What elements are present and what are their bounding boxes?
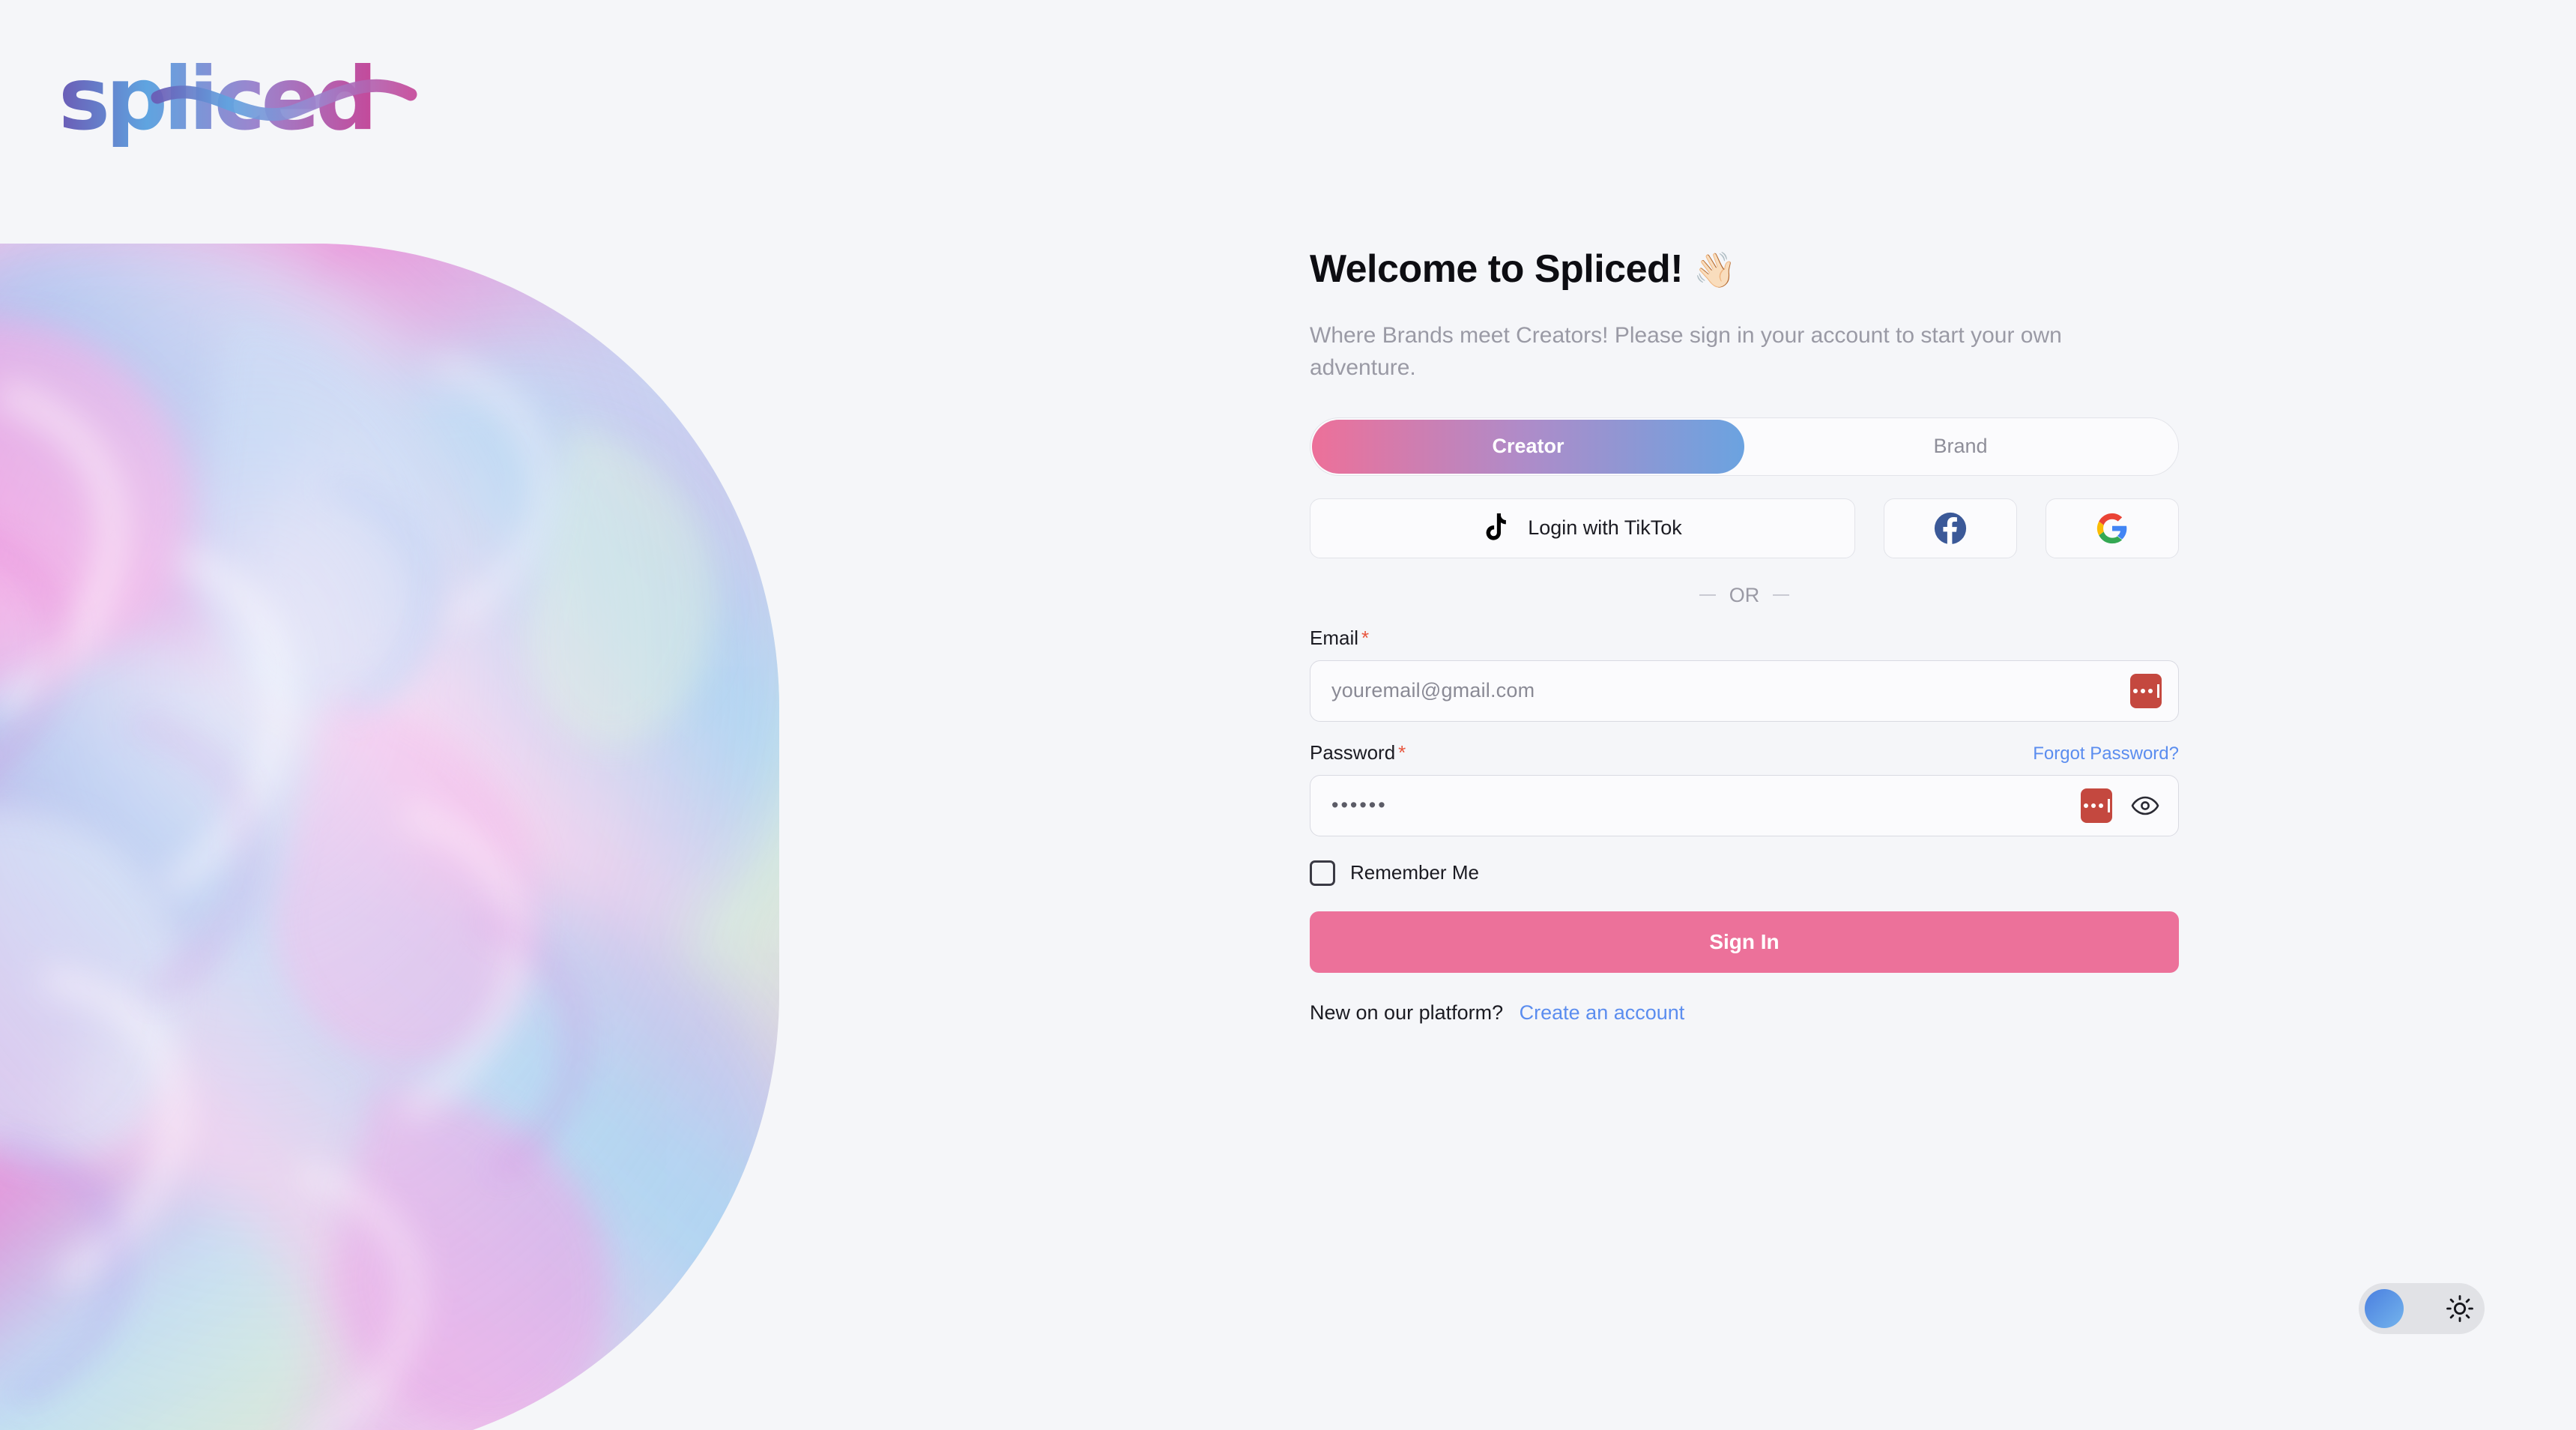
pm-dot-1 [2132, 688, 2138, 693]
eye-icon [2131, 796, 2159, 815]
password-input[interactable]: •••••• [1331, 794, 2081, 817]
email-label-row: Email * [1310, 627, 2179, 650]
remember-me-checkbox[interactable] [1310, 860, 1335, 886]
google-login-button[interactable] [2046, 498, 2179, 558]
remember-me-label[interactable]: Remember Me [1350, 861, 1479, 884]
divider-label: OR [1729, 583, 1760, 606]
theme-toggle-knob[interactable] [2365, 1289, 2404, 1328]
password-label: Password [1310, 740, 1396, 764]
sign-in-button[interactable]: Sign In [1310, 911, 2179, 973]
spliced-wordmark-icon: spliced [58, 60, 417, 150]
password-required-asterisk: * [1398, 740, 1406, 764]
signup-prompt-text: New on our platform? [1310, 1001, 1504, 1024]
pm-dot-3 [2147, 688, 2153, 693]
divider-dash-right [1773, 594, 1790, 597]
tiktok-login-label: Login with TikTok [1528, 516, 1682, 540]
page-title: Welcome to Spliced! 👋🏻 [1310, 247, 2179, 292]
pm-dot-3 [2098, 803, 2103, 808]
pm-dot-2 [2090, 803, 2096, 808]
pm-cursor-bar [2107, 798, 2110, 812]
tab-brand[interactable]: Brand [1744, 420, 2177, 474]
role-segmented-control[interactable]: Creator Brand [1310, 417, 2179, 476]
theme-toggle[interactable] [2359, 1283, 2485, 1334]
pm-cursor-bar [2156, 684, 2159, 698]
sun-icon [2446, 1295, 2473, 1322]
password-label-wrap: Password * [1310, 741, 1406, 764]
password-field-group: Password * Forgot Password? •••••• [1310, 741, 2179, 836]
brand-logo: spliced [58, 60, 508, 150]
google-icon [2096, 513, 2127, 543]
facebook-icon [1934, 512, 1967, 544]
page-title-text: Welcome to Spliced! [1310, 247, 1684, 291]
password-manager-icon[interactable] [2130, 673, 2162, 708]
email-input-box[interactable]: youremail@gmail.com [1310, 660, 2179, 722]
remember-me-row[interactable]: Remember Me [1310, 860, 2179, 886]
signup-prompt-row: New on our platform? Create an account [1310, 1001, 2179, 1025]
email-label-wrap: Email * [1310, 627, 1369, 650]
password-manager-icon[interactable] [2081, 788, 2112, 823]
page-subtitle: Where Brands meet Creators! Please sign … [1310, 322, 2062, 381]
login-form-column: Welcome to Spliced! 👋🏻 Where Brands meet… [1310, 247, 2179, 1025]
email-input[interactable]: youremail@gmail.com [1331, 679, 2130, 702]
iridescent-artwork-icon [0, 244, 779, 1430]
email-required-asterisk: * [1361, 626, 1370, 649]
waving-hand-icon: 👋🏻 [1693, 250, 1736, 289]
pm-dot-1 [2083, 803, 2088, 808]
decorative-hologram-image [0, 244, 779, 1430]
email-label: Email [1310, 626, 1359, 649]
forgot-password-link[interactable]: Forgot Password? [2033, 743, 2179, 764]
email-field-group: Email * youremail@gmail.com [1310, 627, 2179, 722]
password-input-box[interactable]: •••••• [1310, 774, 2179, 836]
pm-dot-2 [2140, 688, 2145, 693]
or-divider: OR [1310, 584, 2179, 607]
tiktok-icon [1486, 513, 1507, 540]
tab-creator[interactable]: Creator [1312, 419, 1744, 474]
social-login-row: Login with TikTok [1310, 498, 2179, 558]
create-account-link[interactable]: Create an account [1520, 1001, 1685, 1024]
login-page: spliced Welcome to Spliced! 👋🏻 Where Bra… [0, 0, 2576, 1430]
facebook-login-button[interactable] [1884, 498, 2017, 558]
password-label-row: Password * Forgot Password? [1310, 741, 2179, 764]
divider-dash-left [1699, 594, 1716, 597]
toggle-password-visibility-button[interactable] [2129, 789, 2162, 822]
tiktok-login-button[interactable]: Login with TikTok [1310, 498, 1855, 558]
